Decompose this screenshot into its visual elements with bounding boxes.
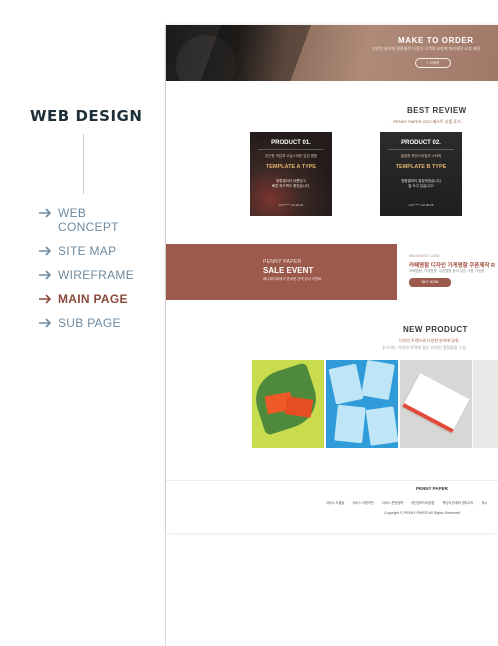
card-divider: [258, 149, 324, 150]
footer-link[interactable]: 서비스 도움말: [326, 501, 344, 505]
review-card[interactable]: PRODUCT 01. 친근한 색감과 고급스러운 감성 명함 TEMPLATE…: [250, 132, 332, 216]
sticker-mockup: [334, 404, 366, 444]
hero-title: MAKE TO ORDER: [398, 36, 474, 45]
sale-event-banner[interactable]: PENNY PAPER SALE EVENT 페니페이퍼에서 준비한 금액 감사…: [166, 244, 397, 300]
nav-label: MAIN PAGE: [58, 292, 128, 306]
card-meta: cho***** | 22.06.25: [408, 203, 434, 207]
hero-banner: MAKE TO ORDER 다양한 분야의 명함제작 다음이 고객의 요청에 따…: [166, 25, 498, 81]
product-image-sticker[interactable]: [326, 360, 398, 448]
product-image-partial[interactable]: [473, 360, 498, 448]
nav-item-wireframe[interactable]: WIREFRAME: [38, 268, 138, 282]
arrow-right-icon: [39, 246, 52, 256]
hero-subtitle: 다양한 분야의 명함제작 다음이 고객의 요청에 따라제작 요청 제작: [372, 46, 481, 51]
card-meta: kim***** | 22.06.20: [278, 203, 304, 207]
new-product-subtitle: 디자인 트렌드와 다양한 분야에 맞춰: [399, 338, 459, 343]
card-template: TEMPLATE B TYPE: [395, 164, 447, 170]
arrow-right-icon: [39, 318, 52, 328]
sticker-mockup: [365, 406, 398, 446]
footer-link[interactable]: 책임의 한계와 법적고지: [442, 501, 473, 505]
product-image-business-card[interactable]: [252, 360, 324, 448]
footer-links: 서비스 도움말 서비스 이용약관 서비스 운영정책 개인정보처리방침 책임의 한…: [326, 500, 494, 505]
best-review-title: BEST REVIEW: [407, 106, 467, 115]
product-image-envelope[interactable]: [400, 360, 472, 448]
nav-item-sub-page[interactable]: SUB PAGE: [38, 316, 138, 330]
card-review: 명함퀄리티 깔끔하였습니다 잘 쓰고 있습니다!: [380, 179, 462, 189]
best-review-subtitle: - PENNY PAPER 2022 베스트 상품 후기 -: [391, 119, 464, 124]
card-description: 친근한 색감과 고급스러운 감성 명함: [264, 154, 318, 158]
nav-label: SUB PAGE: [58, 316, 121, 330]
footer-link[interactable]: 게시: [481, 501, 487, 505]
footer: PENNY PAPER 서비스 도움말 서비스 이용약관 서비스 운영정책 개인…: [166, 480, 498, 533]
review-card[interactable]: PRODUCT 02. 깔끔한 모던스타일의 스티커 TEMPLATE B TY…: [380, 132, 462, 216]
arrow-right-icon: [39, 208, 52, 218]
promo-description: 카페명함, 가게명함, 쿠폰명함 등과 같은 사용 가능한: [409, 269, 485, 273]
sale-title: SALE EVENT: [263, 266, 314, 275]
card-description: 깔끔한 모던스타일의 스티커: [400, 154, 442, 158]
sale-eyebrow: PENNY PAPER: [263, 259, 302, 265]
sticker-mockup: [361, 360, 395, 401]
promo-title: 카페명함 디자인 가게명함 쿠폰제작 R: [409, 263, 495, 269]
promo-eyebrow: #BUSINESS CARD: [409, 254, 440, 258]
new-product-title: NEW PRODUCT: [403, 325, 468, 334]
card-divider: [388, 149, 454, 150]
card-review: 명함퀄리티 아름답고 빠른 피드백도 좋았습니다.: [250, 179, 332, 189]
arrow-right-icon: [39, 270, 52, 280]
title-divider-line: [83, 134, 84, 194]
card-review-line: 빠른 피드백도 좋았습니다.: [271, 184, 311, 188]
sticker-mockup: [328, 363, 364, 405]
nav-item-web-concept[interactable]: WEB CONCEPT: [38, 206, 138, 234]
hero-decor-shadow: [195, 25, 315, 81]
footer-brand: PENNY PAPER: [416, 486, 448, 491]
design-nav: WEB CONCEPT SITE MAP WIREFRAME MAIN PAGE…: [38, 206, 138, 340]
nav-item-site-map[interactable]: SITE MAP: [38, 244, 138, 258]
card-title: PRODUCT 01.: [271, 140, 311, 146]
nav-label: WEB CONCEPT: [58, 206, 119, 234]
sale-description: 페니페이퍼에서 준비한 금액 감사 이벤트: [263, 277, 322, 281]
card-template: TEMPLATE A TYPE: [265, 164, 317, 170]
envelope-mockup: [402, 373, 470, 433]
new-product-subtitle-2: 추구하는 가치와 목적에 맞는 디자인 명함들을 구성: [382, 345, 466, 350]
card-review-line: 잘 쓰고 있습니다!: [408, 184, 434, 188]
hero-more-button[interactable]: + 자세히: [415, 58, 451, 68]
page-section-title: WEB DESIGN: [30, 107, 143, 125]
nav-label: SITE MAP: [58, 244, 117, 258]
footer-link[interactable]: 서비스 운영정책: [382, 501, 403, 505]
footer-link[interactable]: 서비스 이용약관: [352, 501, 373, 505]
nav-label: WIREFRAME: [58, 268, 135, 282]
footer-link[interactable]: 개인정보처리방침: [411, 501, 434, 505]
nav-item-main-page[interactable]: MAIN PAGE: [38, 292, 138, 306]
footer-copyright: Copyright © PENNY PAPER All Rights Reser…: [384, 511, 461, 515]
arrow-right-icon: [39, 294, 52, 304]
buy-now-button[interactable]: BUY NOW: [409, 278, 451, 287]
card-mockup: [284, 396, 314, 418]
card-title: PRODUCT 02.: [401, 140, 441, 146]
main-page-preview: MAKE TO ORDER 다양한 분야의 명함제작 다음이 고객의 요청에 따…: [166, 25, 498, 533]
